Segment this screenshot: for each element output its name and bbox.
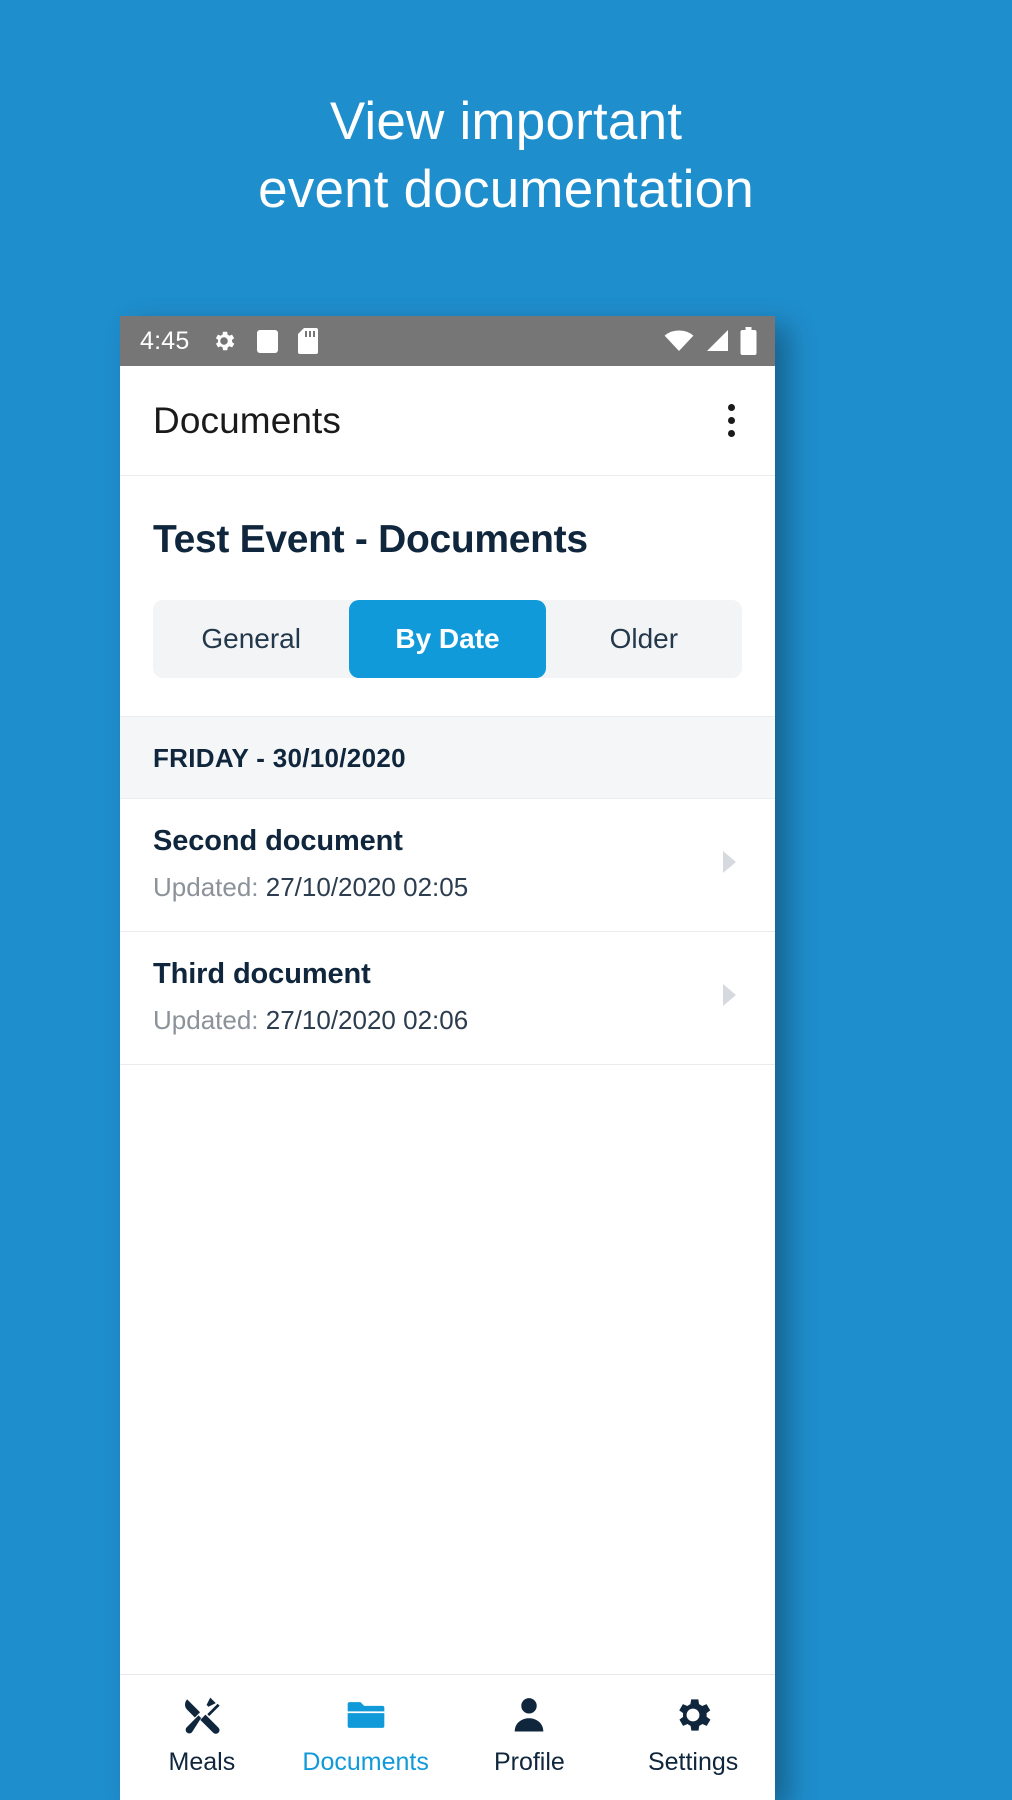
- table-row[interactable]: Second document Updated: 27/10/2020 02:0…: [120, 799, 775, 932]
- tab-by-date[interactable]: By Date: [349, 600, 546, 678]
- kebab-menu-icon[interactable]: [714, 392, 749, 449]
- status-bar-left-icons: [211, 328, 319, 354]
- bottom-navigation-bar: Meals Documents Profile Settings: [120, 1674, 775, 1800]
- document-info: Third document Updated: 27/10/2020 02:06: [153, 958, 702, 1036]
- nav-label-settings: Settings: [647, 1748, 739, 1776]
- status-bar: 4:45: [120, 316, 775, 366]
- document-updated: Updated: 27/10/2020 02:05: [153, 872, 702, 903]
- event-header-block: Test Event - Documents General By Date O…: [120, 476, 775, 716]
- updated-value: 27/10/2020 02:06: [265, 1005, 469, 1035]
- document-title: Second document: [153, 825, 403, 857]
- app-bar: Documents: [120, 366, 775, 476]
- nav-label-meals: Meals: [168, 1748, 236, 1776]
- date-section-header: FRIDAY - 30/10/2020: [120, 716, 775, 799]
- nav-label-profile: Profile: [493, 1748, 565, 1776]
- event-title: Test Event - Documents: [153, 518, 588, 561]
- sd-card-icon: [298, 328, 319, 354]
- battery-icon: [740, 327, 757, 355]
- nav-label-documents: Documents: [302, 1748, 429, 1776]
- page-title: Documents: [153, 399, 342, 441]
- nav-item-documents[interactable]: Documents: [284, 1693, 448, 1777]
- updated-label: Updated:: [153, 1005, 259, 1035]
- tab-older[interactable]: Older: [546, 600, 742, 678]
- chevron-right-icon: [716, 847, 742, 882]
- signal-icon: [704, 329, 730, 353]
- cutlery-icon: [180, 1693, 224, 1737]
- nav-item-settings[interactable]: Settings: [611, 1693, 775, 1777]
- table-row[interactable]: Third document Updated: 27/10/2020 02:06: [120, 932, 775, 1065]
- tab-general[interactable]: General: [153, 600, 349, 678]
- segmented-tab-control: General By Date Older: [153, 600, 742, 678]
- gear-icon: [211, 328, 237, 354]
- square-icon: [256, 329, 279, 354]
- document-updated: Updated: 27/10/2020 02:06: [153, 1005, 702, 1036]
- promo-headline-line-2: event documentation: [258, 160, 754, 219]
- folder-icon: [344, 1693, 388, 1737]
- document-info: Second document Updated: 27/10/2020 02:0…: [153, 825, 702, 903]
- kebab-dot-2: [728, 417, 735, 424]
- status-bar-right-icons: [664, 327, 757, 355]
- phone-mockup: 4:45 Documents Test Event - Documents Ge…: [120, 316, 775, 1800]
- wifi-icon: [664, 329, 694, 353]
- kebab-dot-1: [728, 404, 735, 411]
- document-title: Third document: [153, 958, 371, 990]
- updated-label: Updated:: [153, 872, 259, 902]
- gear-icon: [671, 1693, 715, 1737]
- updated-value: 27/10/2020 02:05: [265, 872, 469, 902]
- nav-item-meals[interactable]: Meals: [120, 1693, 284, 1777]
- kebab-dot-3: [728, 430, 735, 437]
- nav-item-profile[interactable]: Profile: [448, 1693, 612, 1777]
- promo-headline-line-1: View important: [329, 92, 683, 151]
- status-bar-clock: 4:45: [140, 326, 190, 355]
- chevron-right-icon: [716, 980, 742, 1015]
- person-icon: [507, 1693, 551, 1737]
- promo-headline: View important event documentation: [0, 88, 1012, 224]
